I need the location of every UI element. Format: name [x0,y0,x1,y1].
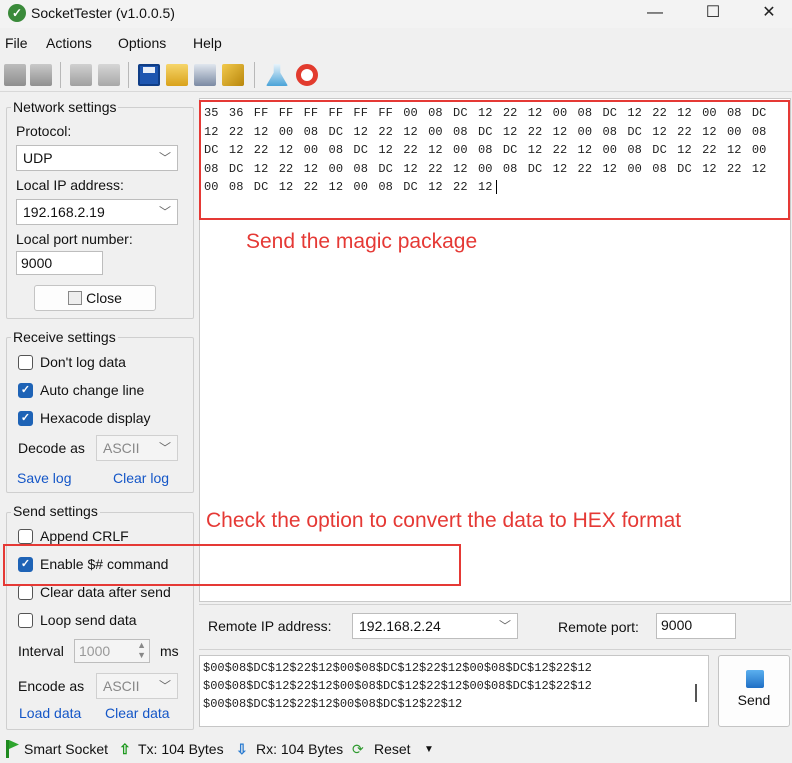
print-icon[interactable] [194,64,216,86]
test-flask-icon[interactable] [266,64,288,86]
toolbar-separator [128,62,129,88]
append-crlf-label: Append CRLF [40,528,129,544]
load-data-link[interactable]: Load data [19,705,81,721]
save-log-link[interactable]: Save log [17,470,71,486]
clear-data-link[interactable]: Clear data [105,705,170,721]
send-file-icon[interactable] [70,64,92,86]
receive-settings-title: Receive settings [11,329,118,345]
remote-ip-value: 192.168.2.24 [359,618,441,634]
decode-as-select[interactable]: ASCII ﹀ [96,435,178,461]
remote-port-label: Remote port: [558,619,639,635]
remote-ip-select[interactable]: 192.168.2.24 ﹀ [352,613,518,639]
send-settings-title: Send settings [11,503,100,519]
interval-input[interactable]: 1000 ▲ ▼ [74,639,150,663]
menu-options[interactable]: Options [118,35,166,51]
help-lifebuoy-icon[interactable] [296,64,318,86]
local-ip-label: Local IP address: [16,177,124,193]
close-connection-button[interactable]: Close [34,285,156,311]
send-data-line: $00$08$DC$12$22$12$00$08$DC$12$22$12$00$… [203,661,592,675]
tx-bytes: Tx: 104 Bytes [138,741,224,757]
encode-as-select[interactable]: ASCII ﹀ [96,673,178,699]
rx-bytes: Rx: 104 Bytes [256,741,344,757]
interval-unit: ms [160,643,179,659]
chevron-down-icon: ﹀ [158,151,171,165]
tx-arrow-up-icon: ⇧ [119,741,131,757]
loop-send-checkbox[interactable] [18,613,33,628]
local-port-input[interactable]: 9000 [16,251,103,275]
close-window-button[interactable]: ✕ [746,0,792,28]
minimize-button[interactable]: — [632,0,678,28]
status-bar: Smart Socket ⇧ Tx: 104 Bytes ⇩ Rx: 104 B… [0,737,792,763]
enable-cmd-highlight [3,544,461,586]
auto-change-line-label: Auto change line [40,382,145,398]
send-data-line: $00$08$DC$12$22$12$00$08$DC$12$22$12$00$… [203,679,592,693]
maximize-button[interactable]: ☐ [690,0,736,28]
chevron-down-icon: ﹀ [158,205,171,219]
dont-log-label: Don't log data [40,354,126,370]
clear-after-send-checkbox[interactable] [18,585,33,600]
send-arrow-icon [746,670,764,688]
toolbar-separator [60,62,61,88]
hexcode-display-checkbox[interactable]: ✓ [18,411,33,426]
connect-icon[interactable] [4,64,26,86]
title-bar: ✓ SocketTester (v1.0.0.5) — ☐ ✕ [0,0,792,28]
auto-change-line-checkbox[interactable]: ✓ [18,383,33,398]
menu-help[interactable]: Help [193,35,222,51]
chevron-down-icon: ﹀ [158,441,171,455]
menu-file[interactable]: File [5,35,28,51]
send-data-line: $00$08$DC$12$22$12$00$08$DC$12$22$12 [203,697,463,711]
window-title: SocketTester (v1.0.0.5) [31,5,175,21]
loop-send-label: Loop send data [40,612,137,628]
clear-log-link[interactable]: Clear log [113,470,169,486]
flag-icon [6,740,19,758]
hex-option-annotation: Check the option to convert the data to … [206,509,682,532]
clear-broom-icon[interactable] [222,64,244,86]
local-ip-select[interactable]: 192.168.2.19 ﹀ [16,199,178,225]
app-icon: ✓ [8,4,26,22]
dont-log-checkbox[interactable] [18,355,33,370]
disconnect-icon[interactable] [30,64,52,86]
chevron-down-icon: ﹀ [498,619,511,633]
local-port-label: Local port number: [16,231,133,247]
stepper-arrows-icon[interactable]: ▲ ▼ [137,640,146,660]
interval-value: 1000 [79,643,111,659]
network-settings-title: Network settings [11,99,119,115]
rx-arrow-down-icon: ⇩ [236,741,248,757]
local-ip-value: 192.168.2.19 [23,204,105,220]
protocol-label: Protocol: [16,123,72,139]
open-folder-icon[interactable] [166,64,188,86]
menu-actions[interactable]: Actions [46,35,92,51]
encode-as-label: Encode as [18,678,85,694]
encode-as-value: ASCII [103,678,140,694]
close-button-label: Close [86,290,122,306]
stop-icon[interactable] [98,64,120,86]
toolbar [0,58,792,92]
toolbar-separator [254,62,255,88]
hexcode-display-label: Hexacode display [40,410,151,426]
send-button-label: Send [737,692,771,708]
smart-socket-label[interactable]: Smart Socket [24,741,108,757]
magic-package-highlight [199,100,790,220]
protocol-value: UDP [23,150,53,166]
save-icon[interactable] [138,64,160,86]
remote-port-input[interactable]: 9000 [656,613,736,639]
decode-as-label: Decode as [18,440,85,456]
send-data-text[interactable]: $00$08$DC$12$22$12$00$08$DC$12$22$12$00$… [203,659,683,713]
close-socket-icon [68,291,83,305]
send-button[interactable]: Send [718,655,790,727]
append-crlf-checkbox[interactable] [18,529,33,544]
remote-ip-label: Remote IP address: [208,618,332,634]
reset-dropdown-icon[interactable]: ▼ [424,744,434,755]
reset-button[interactable]: Reset [374,741,411,757]
menu-bar: File Actions Options Help [0,30,792,56]
magic-package-annotation: Send the magic package [246,230,478,253]
clear-after-send-label: Clear data after send [40,584,171,600]
protocol-select[interactable]: UDP ﹀ [16,145,178,171]
interval-label: Interval [18,643,64,659]
chevron-down-icon: ﹀ [158,679,171,693]
decode-as-value: ASCII [103,440,140,456]
text-cursor [695,684,697,702]
reset-icon: ⟳ [352,741,364,757]
